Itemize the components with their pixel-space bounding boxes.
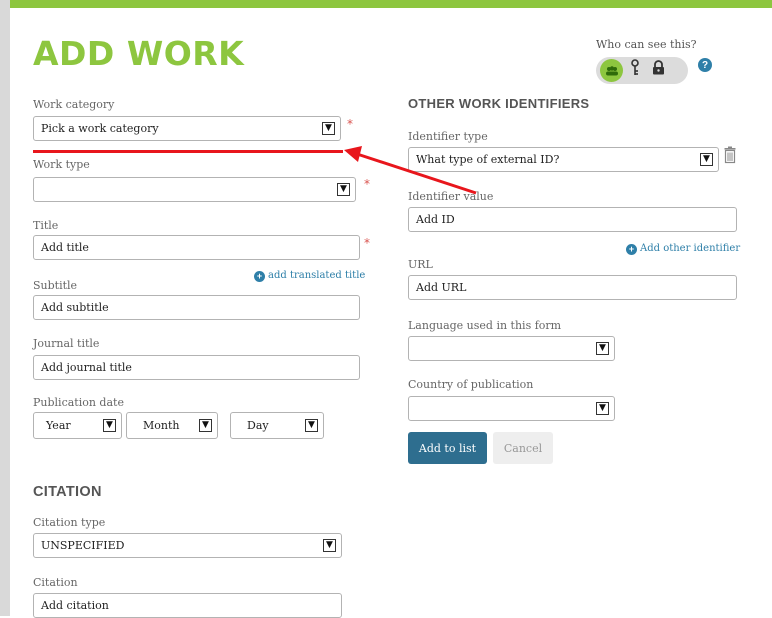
- country-label: Country of publication: [408, 378, 534, 391]
- other-identifiers-heading: OTHER WORK IDENTIFIERS: [408, 96, 590, 111]
- chevron-down-icon: ▼: [199, 419, 212, 432]
- add-other-identifier-link[interactable]: + Add other identifier: [626, 243, 740, 255]
- trash-icon[interactable]: [724, 146, 736, 164]
- trusted-parties-icon[interactable]: [629, 59, 641, 81]
- title-label: Title: [33, 219, 59, 232]
- help-icon[interactable]: ?: [698, 58, 712, 72]
- chevron-down-icon: ▼: [700, 153, 713, 166]
- cancel-button[interactable]: Cancel: [493, 432, 553, 464]
- chevron-down-icon: ▼: [596, 402, 609, 415]
- private-icon[interactable]: [652, 60, 665, 79]
- journal-title-input[interactable]: Add journal title: [33, 355, 360, 380]
- work-category-label: Work category: [33, 98, 115, 111]
- add-to-list-button[interactable]: Add to list: [408, 432, 487, 464]
- plus-icon: +: [254, 270, 265, 282]
- work-category-select[interactable]: Pick a work category ▼: [33, 116, 341, 141]
- month-select[interactable]: Month ▼: [126, 412, 218, 439]
- required-mark: *: [364, 236, 370, 250]
- chevron-down-icon: ▼: [305, 419, 318, 432]
- add-translated-title-link[interactable]: + add translated title: [254, 270, 365, 282]
- page-title: ADD WORK: [33, 34, 245, 73]
- subtitle-label: Subtitle: [33, 279, 78, 292]
- top-accent-bar: [10, 0, 772, 8]
- year-select[interactable]: Year ▼: [33, 412, 122, 439]
- plus-icon: +: [626, 243, 637, 255]
- annotation-underline: [33, 150, 343, 153]
- citation-input[interactable]: Add citation: [33, 593, 342, 618]
- publication-date-label: Publication date: [33, 396, 124, 409]
- work-type-select[interactable]: ▼: [33, 177, 356, 202]
- required-mark: *: [347, 117, 353, 131]
- url-input[interactable]: Add URL: [408, 275, 737, 300]
- work-type-label: Work type: [33, 158, 90, 171]
- visibility-label: Who can see this?: [596, 38, 697, 51]
- language-label: Language used in this form: [408, 319, 562, 332]
- citation-type-select[interactable]: UNSPECIFIED ▼: [33, 533, 342, 558]
- identifier-value-input[interactable]: Add ID: [408, 207, 737, 232]
- chevron-down-icon: ▼: [322, 122, 335, 135]
- url-label: URL: [408, 258, 433, 271]
- journal-title-label: Journal title: [33, 337, 100, 350]
- chevron-down-icon: ▼: [103, 419, 116, 432]
- annotation-arrow: [344, 146, 477, 195]
- citation-type-label: Citation type: [33, 516, 106, 529]
- subtitle-input[interactable]: Add subtitle: [33, 295, 360, 320]
- citation-label: Citation: [33, 576, 78, 589]
- chevron-down-icon: ▼: [323, 539, 336, 552]
- language-select[interactable]: ▼: [408, 336, 615, 361]
- citation-heading: CITATION: [33, 484, 102, 500]
- day-select[interactable]: Day ▼: [230, 412, 324, 439]
- left-gutter: [0, 0, 10, 616]
- country-select[interactable]: ▼: [408, 396, 615, 421]
- chevron-down-icon: ▼: [596, 342, 609, 355]
- title-input[interactable]: Add title: [33, 235, 360, 260]
- everyone-icon[interactable]: [600, 59, 623, 82]
